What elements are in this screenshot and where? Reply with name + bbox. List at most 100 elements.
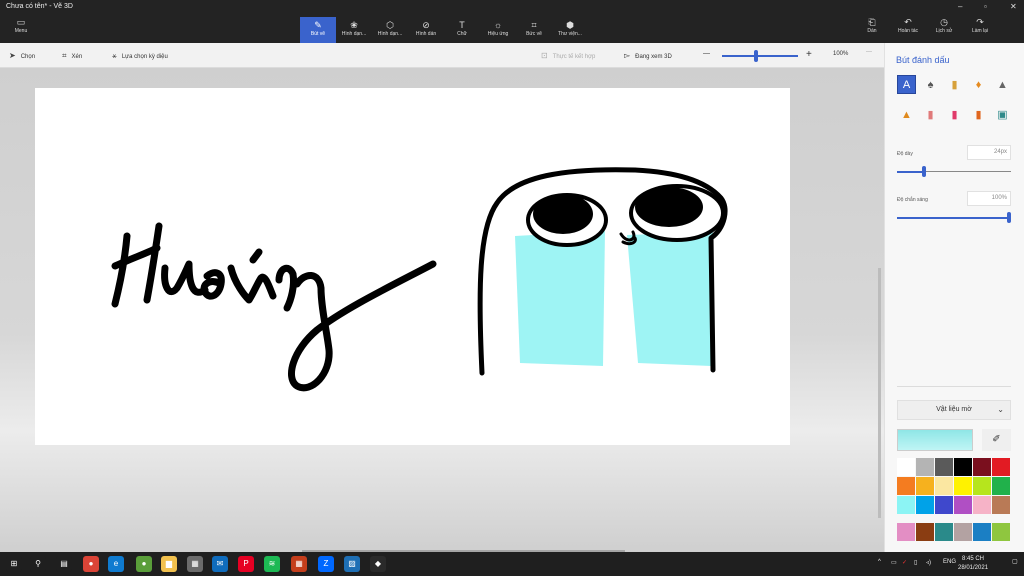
zoom-slider-thumb[interactable] [754,50,759,62]
panel-scrollbar[interactable] [878,466,881,501]
color-swatch[interactable] [992,523,1010,541]
tool-label: Chữ [457,31,467,37]
store-icon[interactable]: ▦ [187,556,203,572]
zoom-out-button[interactable]: — [703,50,710,57]
spray-can-icon[interactable]: ▮ [945,105,964,124]
edge-icon[interactable]: e [108,556,124,572]
color-swatch[interactable] [973,523,991,541]
volume-icon[interactable]: ◃) [926,559,931,566]
color-swatch[interactable] [897,477,915,495]
undo-button[interactable]: ↶ Hoàn tác [890,17,926,34]
color-swatch[interactable] [897,458,915,476]
mail-icon[interactable]: ✉ [212,556,228,572]
crayon-icon[interactable]: ▲ [897,105,916,124]
eraser-icon[interactable]: ▮ [969,105,988,124]
antivirus-icon[interactable]: ✓ [902,559,907,566]
color-swatch[interactable] [897,496,915,514]
material-dropdown[interactable]: Vật liệu mờ ⌄ [897,400,1011,420]
color-swatch[interactable] [897,523,915,541]
magic-select-button[interactable]: ⚹ Lựa chọn kỳ diệu [112,51,168,61]
opacity-slider-thumb[interactable] [1007,212,1011,223]
color-swatch[interactable] [954,477,972,495]
pencil-icon[interactable]: ▲ [993,75,1012,94]
color-swatch[interactable] [954,523,972,541]
color-swatch[interactable] [935,477,953,495]
tool-library[interactable]: ⬢ Thư viện... [552,17,588,43]
zoom-in-button[interactable]: + [806,49,812,60]
color-swatch[interactable] [935,523,953,541]
language-indicator[interactable]: ENG [943,559,956,565]
clock[interactable]: 8:45 CH 28/01/2021 [958,555,988,573]
mixed-reality-button[interactable]: ⊡ Thực tế kết hợp [541,51,595,60]
view-3d-button[interactable]: ▻ Đang xem 3D [624,51,672,60]
tool-label: Hoàn tác [897,28,918,34]
photos-icon[interactable]: ▨ [344,556,360,572]
select-label: Chọn [20,54,36,60]
color-swatch[interactable] [973,477,991,495]
search-icon[interactable]: ⚲ [30,556,46,572]
tool-cube[interactable]: ⬡ Hình dạn... [372,17,408,43]
tool-effects[interactable]: ☼ Hiệu ứng [480,17,516,43]
opacity-slider[interactable] [897,212,1011,223]
fill-icon[interactable]: ▣ [993,105,1012,124]
color-swatch[interactable] [935,496,953,514]
spotify-icon[interactable]: ≋ [264,556,280,572]
tool-sticker[interactable]: ⊘ Hình dán [408,17,444,43]
paint-3d-icon[interactable]: ◆ [370,556,386,572]
oil-brush-icon[interactable]: ▮ [945,75,964,94]
color-swatch[interactable] [954,458,972,476]
tool-label: Làm lại [971,28,989,34]
thickness-field[interactable]: 24px [967,145,1011,160]
task-view-icon[interactable]: ▤ [56,556,72,572]
redo-button[interactable]: ↷ Làm lại [962,17,998,34]
color-swatch[interactable] [992,496,1010,514]
zalo-icon[interactable]: Z [318,556,334,572]
tool-label: Bức vẽ [526,31,542,37]
start-icon[interactable]: ⊞ [6,556,22,572]
notification-icon[interactable]: ▢ [1012,558,1018,565]
tool-label: Hiệu ứng [487,31,509,37]
file-explorer-icon[interactable]: ▆ [161,556,177,572]
color-swatch[interactable] [916,496,934,514]
marker-brush-icon[interactable]: A [897,75,916,94]
watercolor-icon[interactable]: ♦ [969,75,988,94]
eyedropper-button[interactable]: ✐ [982,429,1011,451]
more-options-button[interactable]: ··· [866,49,872,55]
select-button[interactable]: ➤ Chọn [9,51,35,60]
tray-chevron-icon[interactable]: ^ [878,559,881,565]
color-swatch[interactable] [916,523,934,541]
network-icon[interactable]: ▭ [891,559,897,566]
color-swatch[interactable] [992,458,1010,476]
paste-button[interactable]: ⎗ Dán [854,17,890,34]
minimize-button[interactable]: – [958,2,962,11]
drawing-canvas[interactable] [35,88,790,445]
chrome-icon[interactable]: ● [83,556,99,572]
menu-button[interactable]: ▭ Menu [6,17,36,34]
pinterest-icon[interactable]: P [238,556,254,572]
crop-button[interactable]: ⌗ Xén [62,51,82,61]
history-button[interactable]: ◷ Lịch sử [926,17,962,34]
close-button[interactable]: ✕ [1010,2,1017,11]
maximize-button[interactable]: ▫ [984,2,987,11]
color-swatch[interactable] [992,477,1010,495]
pixel-pen-icon[interactable]: ▮ [921,105,940,124]
color-swatch[interactable] [935,458,953,476]
battery-icon[interactable]: ▯ [914,559,917,566]
color-swatch[interactable] [954,496,972,514]
current-color-swatch[interactable] [897,429,973,451]
office-app-icon[interactable]: ▦ [291,556,307,572]
tool-brush[interactable]: ✎ Bút vẽ [300,17,336,43]
thickness-slider[interactable] [897,166,1011,177]
color-swatch[interactable] [916,458,934,476]
magic-select-icon: ⚹ [112,51,117,60]
tool-text[interactable]: T Chữ [444,17,480,43]
color-swatch[interactable] [916,477,934,495]
opacity-field[interactable]: 100% [967,191,1011,206]
color-swatch[interactable] [973,496,991,514]
green-app-icon[interactable]: ● [136,556,152,572]
tool-canvas[interactable]: ⌗ Bức vẽ [516,17,552,43]
color-swatch[interactable] [973,458,991,476]
calligraphy-pen-icon[interactable]: ♠ [921,75,940,94]
tool-shapes-3d[interactable]: ❀ Hình dạn... [336,17,372,43]
thickness-slider-thumb[interactable] [922,166,927,177]
